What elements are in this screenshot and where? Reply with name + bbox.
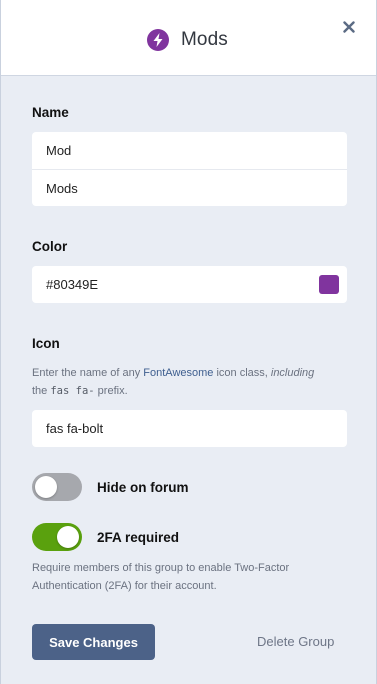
name-field-group: Mod Mods <box>32 132 347 206</box>
icon-help-code: fas fa- <box>50 385 95 397</box>
fontawesome-link[interactable]: FontAwesome <box>143 367 213 379</box>
close-icon[interactable] <box>340 18 358 36</box>
toggle-knob <box>57 526 79 548</box>
color-input[interactable] <box>32 266 347 303</box>
icon-help-middle: icon class, <box>213 367 271 379</box>
icon-help-suffix: prefix. <box>94 385 128 397</box>
name-label: Name <box>32 105 69 120</box>
edit-group-modal: Mods Name Mod Mods Color Icon Enter the … <box>0 0 377 684</box>
two-fa-help-text: Require members of this group to enable … <box>32 562 290 592</box>
two-fa-toggle[interactable] <box>32 523 82 551</box>
icon-help-emphasis: including <box>270 367 315 379</box>
delete-group-button[interactable]: Delete Group <box>257 634 334 649</box>
name-plural-input[interactable]: Mods <box>32 169 347 206</box>
bolt-icon <box>147 29 169 51</box>
name-singular-input[interactable]: Mod <box>32 132 347 169</box>
icon-help-text: Enter the name of any FontAwesome icon c… <box>32 364 347 400</box>
hide-on-forum-toggle[interactable] <box>32 473 82 501</box>
icon-help-line2-prefix: the <box>32 385 51 397</box>
modal-header: Mods <box>1 0 376 76</box>
icon-help-prefix: Enter the name of any <box>32 367 144 379</box>
hide-on-forum-label: Hide on forum <box>97 480 189 495</box>
icon-label: Icon <box>32 336 60 351</box>
modal-title-wrap: Mods <box>147 28 228 52</box>
modal-title: Mods <box>181 29 228 50</box>
toggle-knob <box>35 476 57 498</box>
two-fa-label: 2FA required <box>97 530 180 545</box>
color-swatch <box>319 275 339 294</box>
color-label: Color <box>32 239 68 254</box>
save-changes-button[interactable]: Save Changes <box>32 624 155 660</box>
icon-input[interactable] <box>32 410 347 447</box>
